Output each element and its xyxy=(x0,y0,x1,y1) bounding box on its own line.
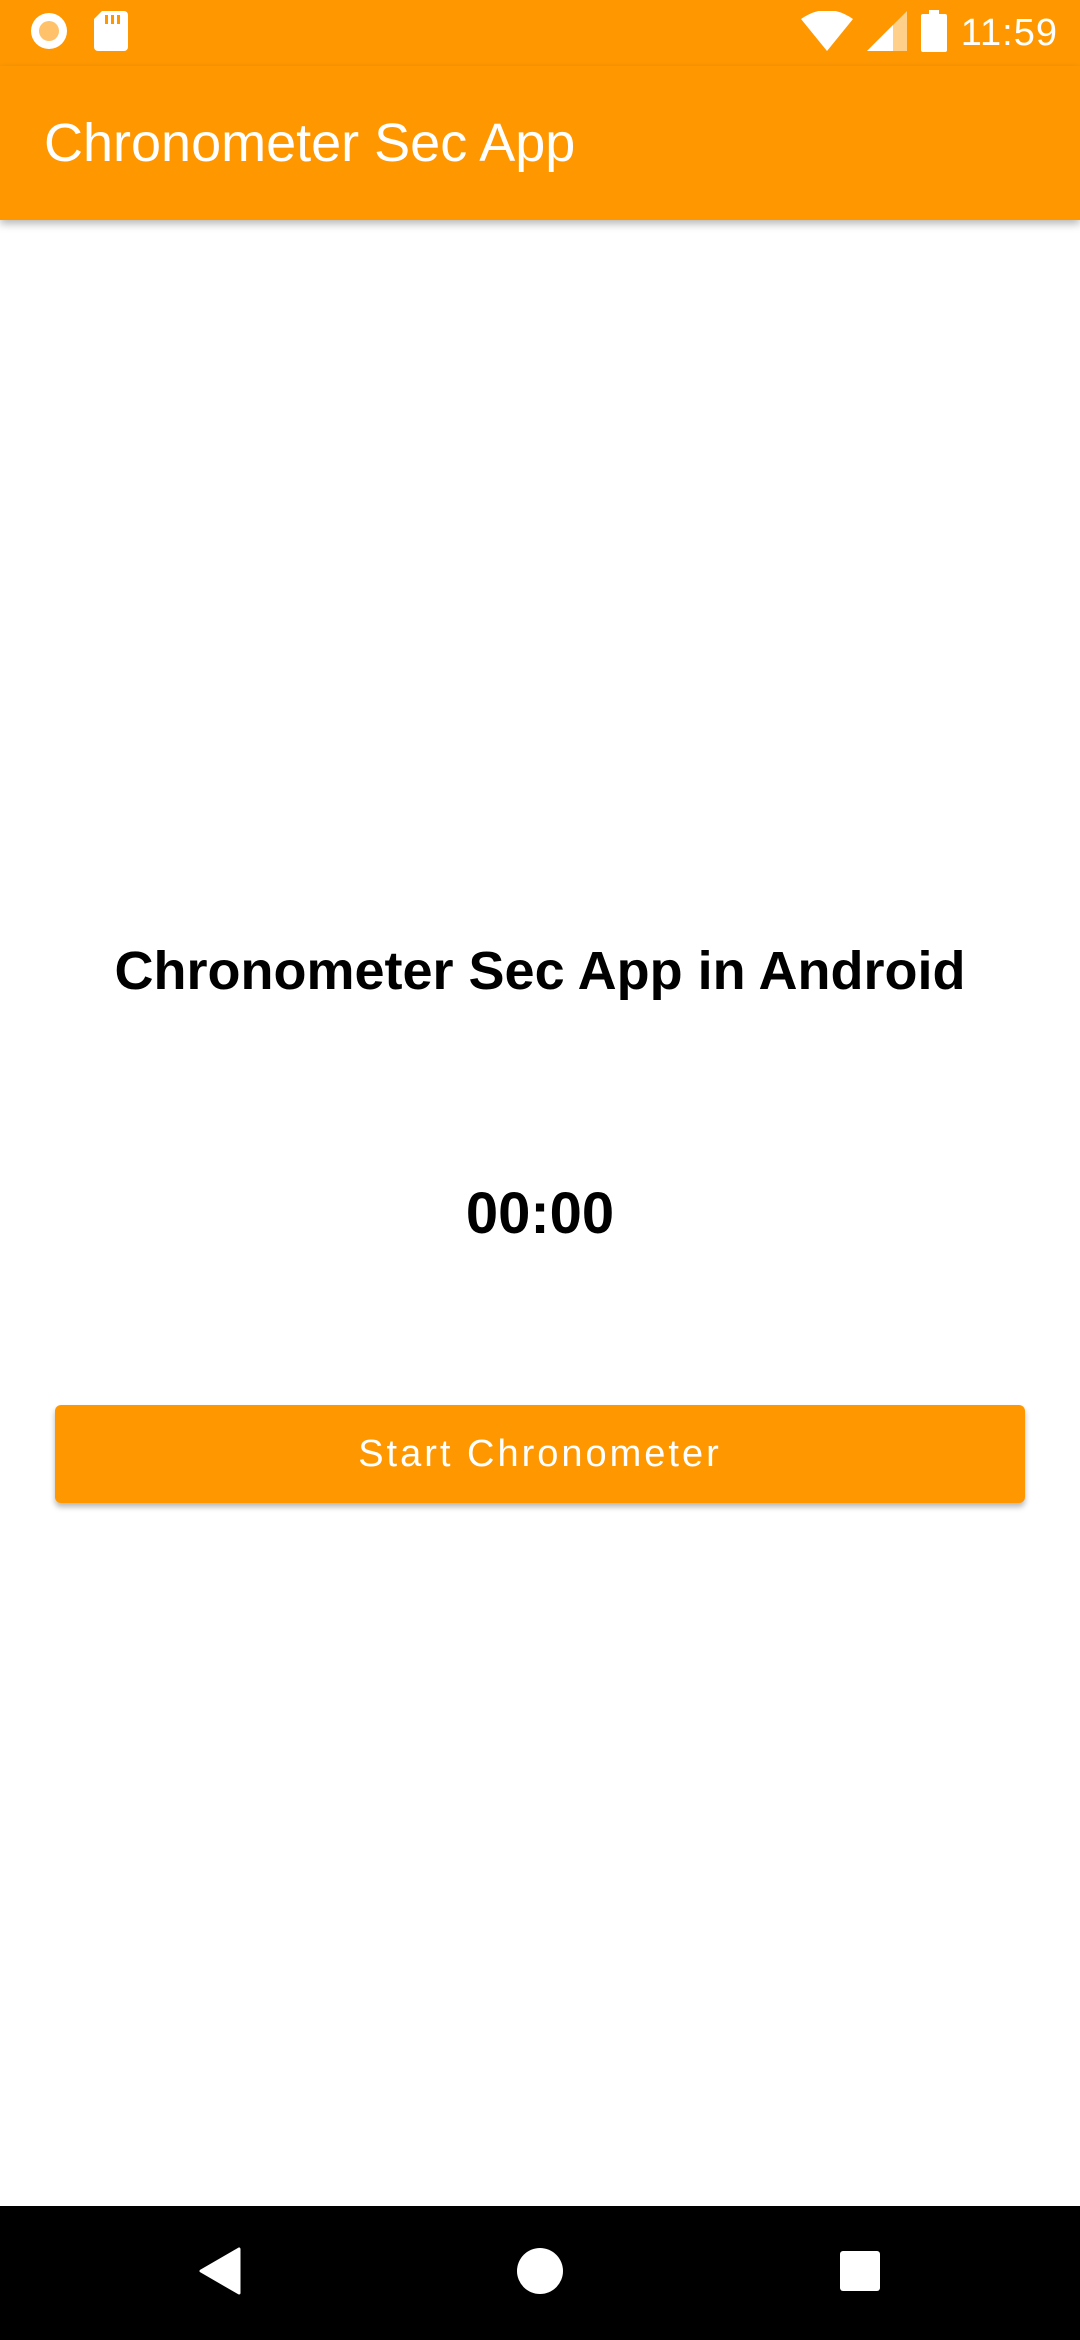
page-heading: Chronometer Sec App in Android xyxy=(114,941,966,1001)
battery-icon xyxy=(920,9,947,57)
screen: 11:59 Chronometer Sec App Chronometer Se… xyxy=(0,0,1080,2340)
navigation-bar xyxy=(0,2206,1080,2340)
home-button[interactable] xyxy=(450,2206,630,2340)
app-title: Chronometer Sec App xyxy=(44,113,576,173)
start-chronometer-button[interactable]: Start Chronometer xyxy=(55,1405,1025,1503)
status-right-icons: 11:59 xyxy=(800,9,1058,57)
back-button[interactable] xyxy=(130,2206,310,2340)
back-icon xyxy=(199,2247,241,2300)
chronometer-display: 00:00 xyxy=(465,1181,615,1246)
sd-card-icon xyxy=(94,10,128,56)
status-time: 11:59 xyxy=(960,11,1058,54)
status-left-icons xyxy=(28,10,128,57)
home-icon xyxy=(516,2247,564,2300)
notification-circle-icon xyxy=(28,10,70,57)
wifi-icon xyxy=(800,9,853,56)
signal-icon xyxy=(866,10,907,56)
recents-icon xyxy=(839,2250,881,2297)
main-content: Chronometer Sec App in Android 00:00 Sta… xyxy=(0,220,1080,2206)
app-bar: Chronometer Sec App xyxy=(0,66,1080,220)
recents-button[interactable] xyxy=(770,2206,950,2340)
status-bar: 11:59 xyxy=(0,0,1080,66)
